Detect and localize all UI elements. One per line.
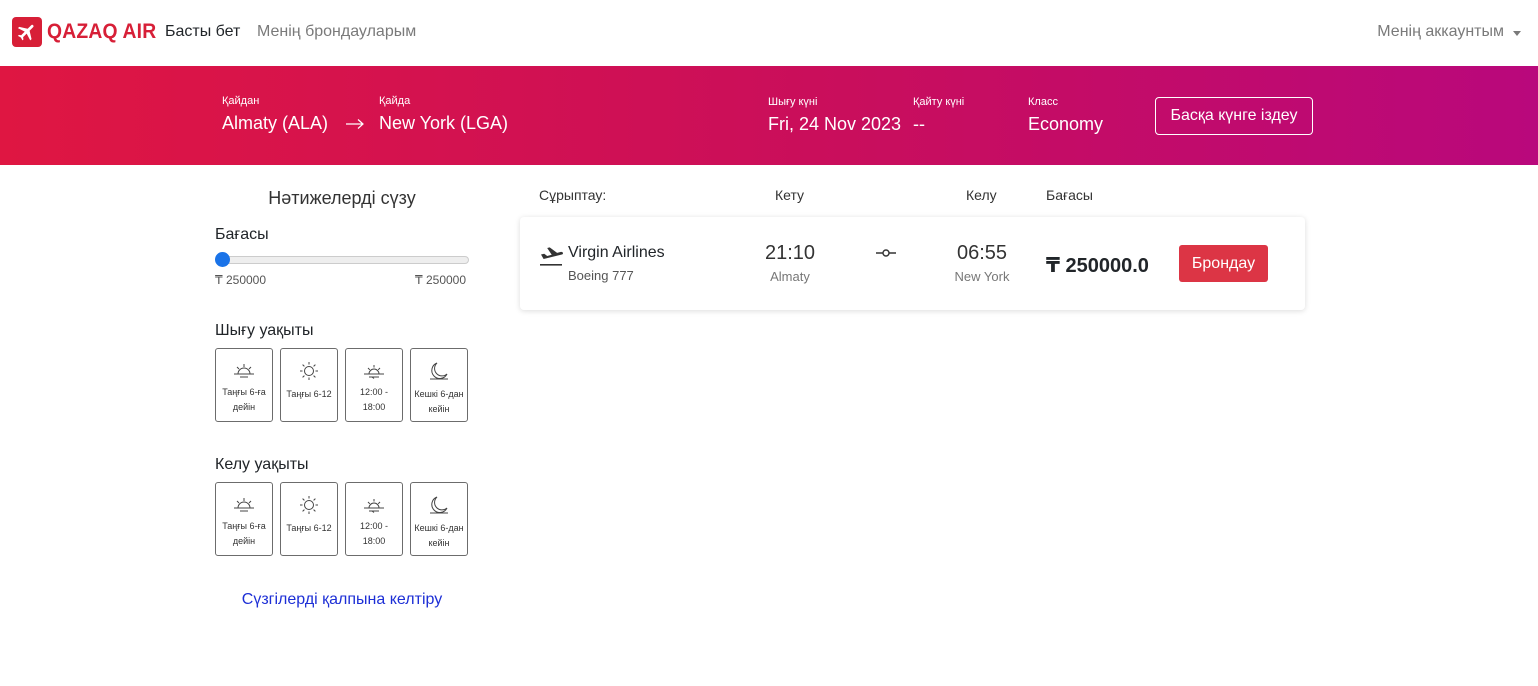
- nav-my-bookings[interactable]: Менің брондауларым: [257, 23, 416, 41]
- time-slot-label: 12:00 - 18:00: [359, 387, 389, 412]
- sunset-icon: [364, 365, 384, 379]
- departure-time: 21:10: [764, 242, 816, 264]
- sort-label: Сұрыптау:: [539, 187, 607, 203]
- origin-label: Қайдан: [222, 95, 260, 107]
- price-filter-title: Бағасы: [215, 226, 269, 243]
- sun-icon: [300, 362, 318, 380]
- return-date-label: Қайту күні: [913, 96, 965, 108]
- destination-field: Қайда New York (LGA): [379, 95, 508, 134]
- price-slider-thumb[interactable]: [215, 252, 230, 267]
- time-slot-label: 12:00 - 18:00: [359, 521, 389, 546]
- origin-value: Almaty (ALA): [222, 113, 329, 133]
- departure-city: Almaty: [770, 269, 810, 284]
- flight-price: ₸ 250000.0: [1046, 255, 1149, 277]
- plane-departure-icon: [540, 247, 563, 266]
- class-label: Класс: [1028, 96, 1058, 108]
- time-slot-label: Таңғы 6-12: [286, 523, 332, 533]
- aircraft-type: Boeing 777: [568, 268, 634, 283]
- caret-down-icon: [1513, 30, 1521, 36]
- arrival-slot-evening[interactable]: Кешкі 6-дан кейін: [410, 482, 468, 556]
- departure-date-field: Шығу күні Fri, 24 Nov 2023: [768, 96, 901, 135]
- price-min-label: ₸ 250000: [215, 273, 267, 287]
- departure-slot-evening[interactable]: Кешкі 6-дан кейін: [410, 348, 468, 422]
- arrival-slot-afternoon[interactable]: 12:00 - 18:00: [345, 482, 403, 556]
- airplane-icon: [12, 17, 42, 47]
- account-dropdown[interactable]: Менің аккаунтым: [1377, 23, 1521, 41]
- filter-title: Нәтижелерді сүзу: [268, 188, 416, 208]
- flight-card: Virgin Airlines Boeing 777 21:10 Almaty …: [520, 217, 1305, 310]
- sort-by-price[interactable]: Бағасы: [1046, 187, 1093, 203]
- sunset-icon: [364, 499, 384, 513]
- destination-label: Қайда: [379, 95, 411, 107]
- arrival-slot-early-morning[interactable]: Таңғы 6-ға дейін: [215, 482, 273, 556]
- arrival-slot-morning[interactable]: Таңғы 6-12: [280, 482, 338, 556]
- sunrise-icon: [234, 498, 254, 512]
- departure-slot-early-morning[interactable]: Таңғы 6-ға дейін: [215, 348, 273, 422]
- account-label: Менің аккаунтым: [1377, 23, 1504, 40]
- search-summary-banner: Қайдан Almaty (ALA) Қайда New York (LGA)…: [0, 66, 1538, 165]
- time-slot-label: Таңғы 6-12: [286, 389, 332, 399]
- logo-text: QAZAQ AIR: [47, 20, 157, 43]
- moon-icon: [430, 496, 448, 514]
- search-other-date-button[interactable]: Басқа күнге іздеу: [1155, 97, 1313, 135]
- departure-time-title: Шығу уақыты: [215, 322, 314, 339]
- navbar: QAZAQ AIR Басты бет Менің брондауларым М…: [0, 0, 1538, 66]
- airline-name: Virgin Airlines: [568, 244, 665, 261]
- sort-by-arrival[interactable]: Келу: [966, 187, 997, 203]
- price-slider-track[interactable]: [219, 256, 469, 264]
- return-date-field: Қайту күні --: [913, 96, 964, 135]
- time-slot-label: Кешкі 6-дан кейін: [414, 523, 464, 548]
- logo[interactable]: QAZAQ AIR: [12, 17, 166, 47]
- moon-icon: [430, 362, 448, 380]
- sun-icon: [300, 496, 318, 514]
- arrow-right-icon: [346, 119, 364, 129]
- sort-by-departure[interactable]: Кету: [775, 187, 804, 203]
- departure-slot-afternoon[interactable]: 12:00 - 18:00: [345, 348, 403, 422]
- direct-flight-icon: [876, 249, 896, 257]
- departure-date-label: Шығу күні: [768, 96, 818, 108]
- class-value: Economy: [1028, 114, 1104, 134]
- departure-slot-morning[interactable]: Таңғы 6-12: [280, 348, 338, 422]
- arrival-city: New York: [954, 269, 1010, 284]
- origin-field: Қайдан Almaty (ALA): [222, 95, 328, 134]
- sunrise-icon: [234, 364, 254, 378]
- destination-value: New York (LGA): [379, 113, 509, 133]
- return-date-value: --: [913, 114, 925, 134]
- book-button[interactable]: Брондау: [1179, 245, 1268, 282]
- price-max-label: ₸ 250000: [415, 273, 467, 287]
- arrival-time: 06:55: [956, 242, 1008, 264]
- time-slot-label: Кешкі 6-дан кейін: [414, 389, 464, 414]
- nav-home[interactable]: Басты бет: [165, 23, 240, 41]
- reset-filters-link[interactable]: Сүзгілерді қалпына келтіру: [215, 591, 469, 609]
- arrival-time-title: Келу уақыты: [215, 456, 309, 473]
- class-field: Класс Economy: [1028, 96, 1103, 135]
- time-slot-label: Таңғы 6-ға дейін: [222, 521, 266, 546]
- departure-date-value: Fri, 24 Nov 2023: [768, 114, 902, 134]
- time-slot-label: Таңғы 6-ға дейін: [222, 387, 266, 412]
